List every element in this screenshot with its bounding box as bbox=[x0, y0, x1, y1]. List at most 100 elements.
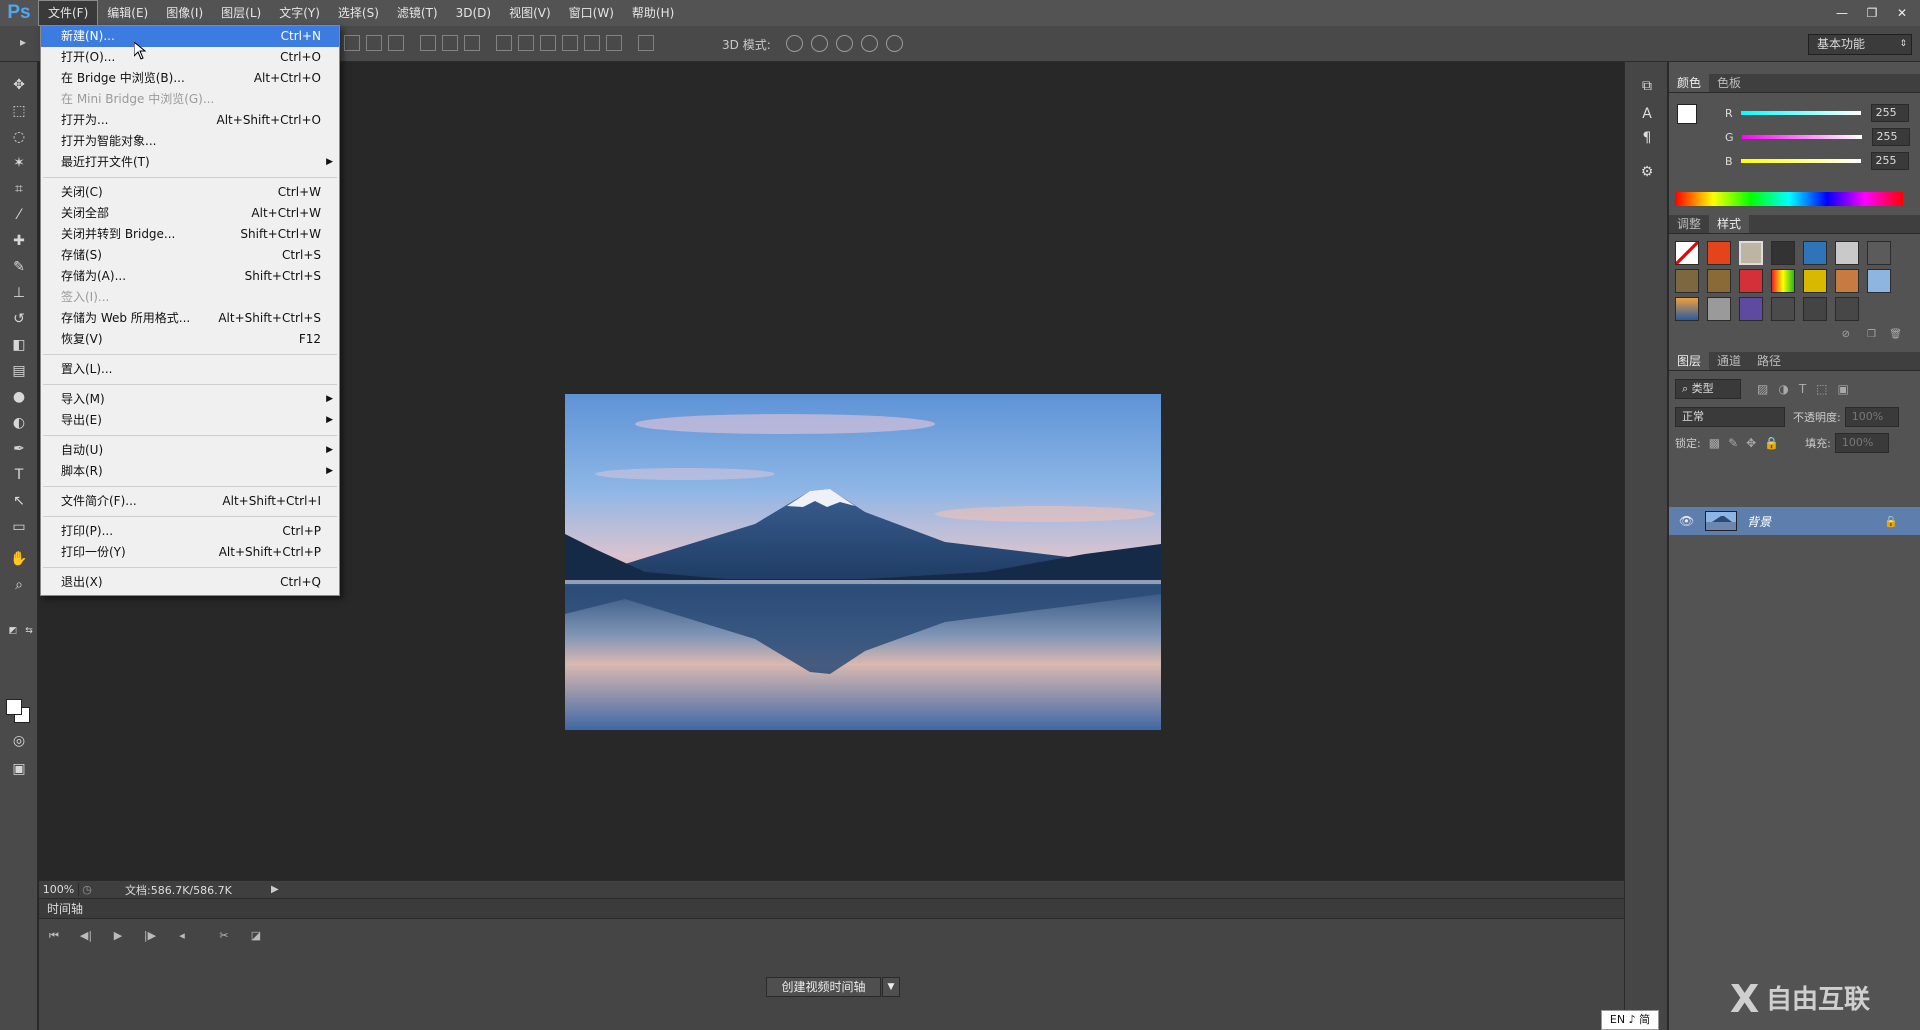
file-menu-item[interactable]: 打开为智能对象... bbox=[41, 131, 339, 152]
style-swatch[interactable] bbox=[1707, 297, 1731, 321]
file-menu-item[interactable]: 导出(E) ▶ bbox=[41, 410, 339, 431]
file-menu-item[interactable]: 置入(L)... bbox=[41, 359, 339, 380]
filter-type-icon[interactable]: T bbox=[1799, 382, 1806, 396]
style-swatch[interactable] bbox=[1675, 241, 1699, 265]
tab-color[interactable]: 颜色 bbox=[1669, 74, 1710, 92]
style-swatch[interactable] bbox=[1803, 297, 1827, 321]
menu-2[interactable]: 图像(I) bbox=[157, 0, 212, 26]
hand-tool-icon[interactable]: ✋ bbox=[10, 550, 28, 568]
menu-9[interactable]: 窗口(W) bbox=[560, 0, 623, 26]
layer-row-background[interactable]: 👁 背景 🔒 bbox=[1669, 507, 1920, 535]
timeline-title[interactable]: 时间轴 bbox=[39, 899, 1624, 919]
file-menu-item[interactable]: 存储(S) Ctrl+S bbox=[41, 245, 339, 266]
style-swatch[interactable] bbox=[1707, 269, 1731, 293]
dodge-tool-icon[interactable]: ◐ bbox=[10, 414, 28, 432]
scissors-icon[interactable]: ✂ bbox=[215, 927, 233, 945]
tab-paths[interactable]: 路径 bbox=[1749, 352, 1789, 370]
file-menu-item[interactable]: 关闭全部 Alt+Ctrl+W bbox=[41, 203, 339, 224]
filter-shape-icon[interactable]: ⬚ bbox=[1816, 382, 1827, 396]
previous-frame-icon[interactable]: ◀| bbox=[77, 927, 95, 945]
trash-icon[interactable]: 🗑 bbox=[1889, 329, 1902, 340]
style-swatch[interactable] bbox=[1835, 241, 1859, 265]
style-swatch[interactable] bbox=[1771, 241, 1795, 265]
red-gradient[interactable] bbox=[1740, 111, 1861, 115]
file-menu-item[interactable]: 打印(P)... Ctrl+P bbox=[41, 521, 339, 542]
move-tool-preset-icon[interactable]: ▸ bbox=[20, 35, 36, 51]
eraser-tool-icon[interactable]: ◧ bbox=[10, 336, 28, 354]
distribute-hcenter-icon[interactable] bbox=[584, 35, 600, 51]
status-options-icon[interactable]: ◷ bbox=[79, 883, 95, 896]
distribute-vcenter-icon[interactable] bbox=[518, 35, 534, 51]
align-top-icon[interactable] bbox=[344, 35, 360, 51]
zoom-level[interactable]: 100% bbox=[39, 883, 79, 896]
file-menu-item[interactable]: 关闭(C) Ctrl+W bbox=[41, 182, 339, 203]
file-menu-item[interactable]: 打印一份(Y) Alt+Shift+Ctrl+P bbox=[41, 542, 339, 563]
history-panel-icon[interactable]: ⧉ bbox=[1637, 76, 1657, 96]
distribute-bottom-icon[interactable] bbox=[540, 35, 556, 51]
style-swatch[interactable] bbox=[1835, 297, 1859, 321]
menu-8[interactable]: 视图(V) bbox=[500, 0, 560, 26]
distribute-top-icon[interactable] bbox=[496, 35, 512, 51]
file-menu-item[interactable]: 打开为... Alt+Shift+Ctrl+O bbox=[41, 110, 339, 131]
filter-pixel-icon[interactable]: ▨ bbox=[1757, 382, 1768, 396]
file-menu-item[interactable]: 脚本(R) ▶ bbox=[41, 461, 339, 482]
status-arrow-icon[interactable]: ▶ bbox=[271, 884, 279, 895]
clone-stamp-tool-icon[interactable]: ⊥ bbox=[10, 284, 28, 302]
style-swatch[interactable] bbox=[1739, 297, 1763, 321]
style-swatch[interactable] bbox=[1675, 269, 1699, 293]
distribute-left-icon[interactable] bbox=[562, 35, 578, 51]
tab-swatches[interactable]: 色板 bbox=[1709, 74, 1749, 92]
menu-7[interactable]: 3D(D) bbox=[447, 0, 500, 26]
menu-0[interactable]: 文件(F) bbox=[38, 0, 99, 26]
file-menu-item[interactable]: 恢复(V) F12 bbox=[41, 329, 339, 350]
healing-brush-tool-icon[interactable]: ✚ bbox=[10, 232, 28, 250]
crop-tool-icon[interactable]: ⌗ bbox=[10, 180, 28, 198]
file-menu-item[interactable]: 新建(N)... Ctrl+N bbox=[41, 26, 339, 47]
swap-colors-icon[interactable]: ⇆ bbox=[20, 622, 38, 640]
properties-panel-icon[interactable]: ⚙ bbox=[1637, 162, 1657, 182]
style-swatch[interactable] bbox=[1835, 269, 1859, 293]
file-menu-item[interactable]: 存储为 Web 所用格式... Alt+Shift+Ctrl+S bbox=[41, 308, 339, 329]
move-tool-icon[interactable]: ✥ bbox=[10, 76, 28, 94]
tab-layers[interactable]: 图层 bbox=[1669, 352, 1710, 370]
next-frame-icon[interactable]: |▶ bbox=[141, 927, 159, 945]
3d-slide-icon[interactable] bbox=[861, 35, 878, 52]
file-menu-item[interactable]: 导入(M) ▶ bbox=[41, 389, 339, 410]
align-vcenter-icon[interactable] bbox=[366, 35, 382, 51]
fill-input[interactable]: 100% bbox=[1834, 433, 1889, 453]
green-gradient[interactable] bbox=[1741, 135, 1862, 139]
history-brush-tool-icon[interactable]: ↺ bbox=[10, 310, 28, 328]
distribute-right-icon[interactable] bbox=[606, 35, 622, 51]
menu-6[interactable]: 滤镜(T) bbox=[388, 0, 447, 26]
menu-5[interactable]: 选择(S) bbox=[329, 0, 388, 26]
3d-rotate-icon[interactable] bbox=[786, 35, 803, 52]
play-icon[interactable]: ▶ bbox=[109, 927, 127, 945]
quick-mask-icon[interactable]: ◎ bbox=[10, 732, 28, 750]
shape-tool-icon[interactable]: ▭ bbox=[10, 518, 28, 536]
foreground-color-swatch[interactable] bbox=[1677, 104, 1697, 124]
minimize-icon[interactable]: — bbox=[1830, 5, 1854, 21]
clear-style-icon[interactable]: ⊘ bbox=[1842, 329, 1850, 340]
red-value[interactable]: 255 bbox=[1870, 104, 1909, 122]
lock-pixels-icon[interactable]: ✎ bbox=[1728, 436, 1738, 450]
create-video-timeline-button[interactable]: 创建视频时间轴 bbox=[766, 977, 881, 997]
style-swatch[interactable] bbox=[1739, 269, 1763, 293]
align-left-icon[interactable] bbox=[420, 35, 436, 51]
visibility-eye-icon[interactable]: 👁 bbox=[1679, 514, 1694, 528]
3d-drag-icon[interactable] bbox=[836, 35, 853, 52]
auto-align-icon[interactable] bbox=[638, 35, 654, 51]
transition-icon[interactable]: ◪ bbox=[247, 927, 265, 945]
lock-all-icon[interactable]: 🔒 bbox=[1764, 436, 1779, 450]
blend-mode-select[interactable]: 正常 bbox=[1675, 407, 1785, 427]
tab-adjustments[interactable]: 调整 bbox=[1669, 215, 1709, 233]
ime-indicator[interactable]: EN ♪ 简 bbox=[1601, 1010, 1659, 1030]
align-hcenter-icon[interactable] bbox=[442, 35, 458, 51]
filter-smart-icon[interactable]: ▣ bbox=[1838, 382, 1849, 396]
file-menu-item[interactable]: 文件简介(F)... Alt+Shift+Ctrl+I bbox=[41, 491, 339, 512]
layer-filter-select[interactable]: ⌕ 类型 bbox=[1675, 379, 1741, 399]
tab-styles[interactable]: 样式 bbox=[1709, 215, 1750, 233]
file-menu-item[interactable]: 关闭并转到 Bridge... Shift+Ctrl+W bbox=[41, 224, 339, 245]
blue-value[interactable]: 255 bbox=[1870, 152, 1909, 170]
lock-position-icon[interactable]: ✥ bbox=[1746, 436, 1756, 450]
align-right-icon[interactable] bbox=[464, 35, 480, 51]
